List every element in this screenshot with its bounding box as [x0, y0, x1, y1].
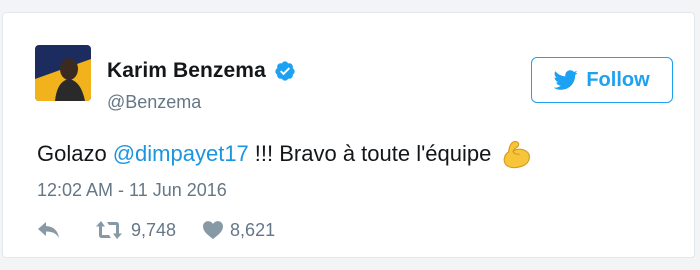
avatar-image	[35, 45, 91, 101]
retweet-icon	[96, 221, 122, 239]
follow-button-label: Follow	[586, 68, 650, 91]
retweet-count: 9,748	[131, 219, 177, 240]
retweet-button[interactable]: 9,748	[95, 219, 176, 241]
like-button[interactable]: 8,621	[202, 220, 275, 241]
heart-icon	[203, 221, 224, 240]
mention-link[interactable]: @dimpayet17	[113, 141, 249, 167]
tweet-card: Karim Benzema @Benzema Follow Golazo @di…	[2, 12, 695, 258]
tweet-timestamp[interactable]: 12:02 AM - 11 Jun 2016	[37, 180, 227, 201]
tweet-text-after: !!! Bravo à toute l'équipe	[254, 141, 492, 166]
user-name-row: Karim Benzema	[107, 57, 296, 85]
tweet-text: Golazo @dimpayet17 !!! Bravo à toute l'é…	[37, 137, 533, 171]
user-name[interactable]: Karim Benzema	[107, 59, 266, 83]
like-count: 8,621	[230, 219, 276, 240]
reply-button[interactable]	[37, 219, 95, 241]
flexed-biceps-icon	[504, 140, 531, 169]
avatar[interactable]	[35, 45, 91, 101]
reply-icon	[38, 222, 59, 238]
twitter-bird-icon	[554, 70, 578, 90]
tweet-text-before: Golazo	[37, 141, 107, 166]
tweet-actions: 9,748 8,621	[37, 219, 275, 241]
user-handle[interactable]: @Benzema	[107, 92, 201, 113]
follow-button[interactable]: Follow	[531, 57, 673, 103]
verified-badge-icon	[275, 61, 295, 81]
